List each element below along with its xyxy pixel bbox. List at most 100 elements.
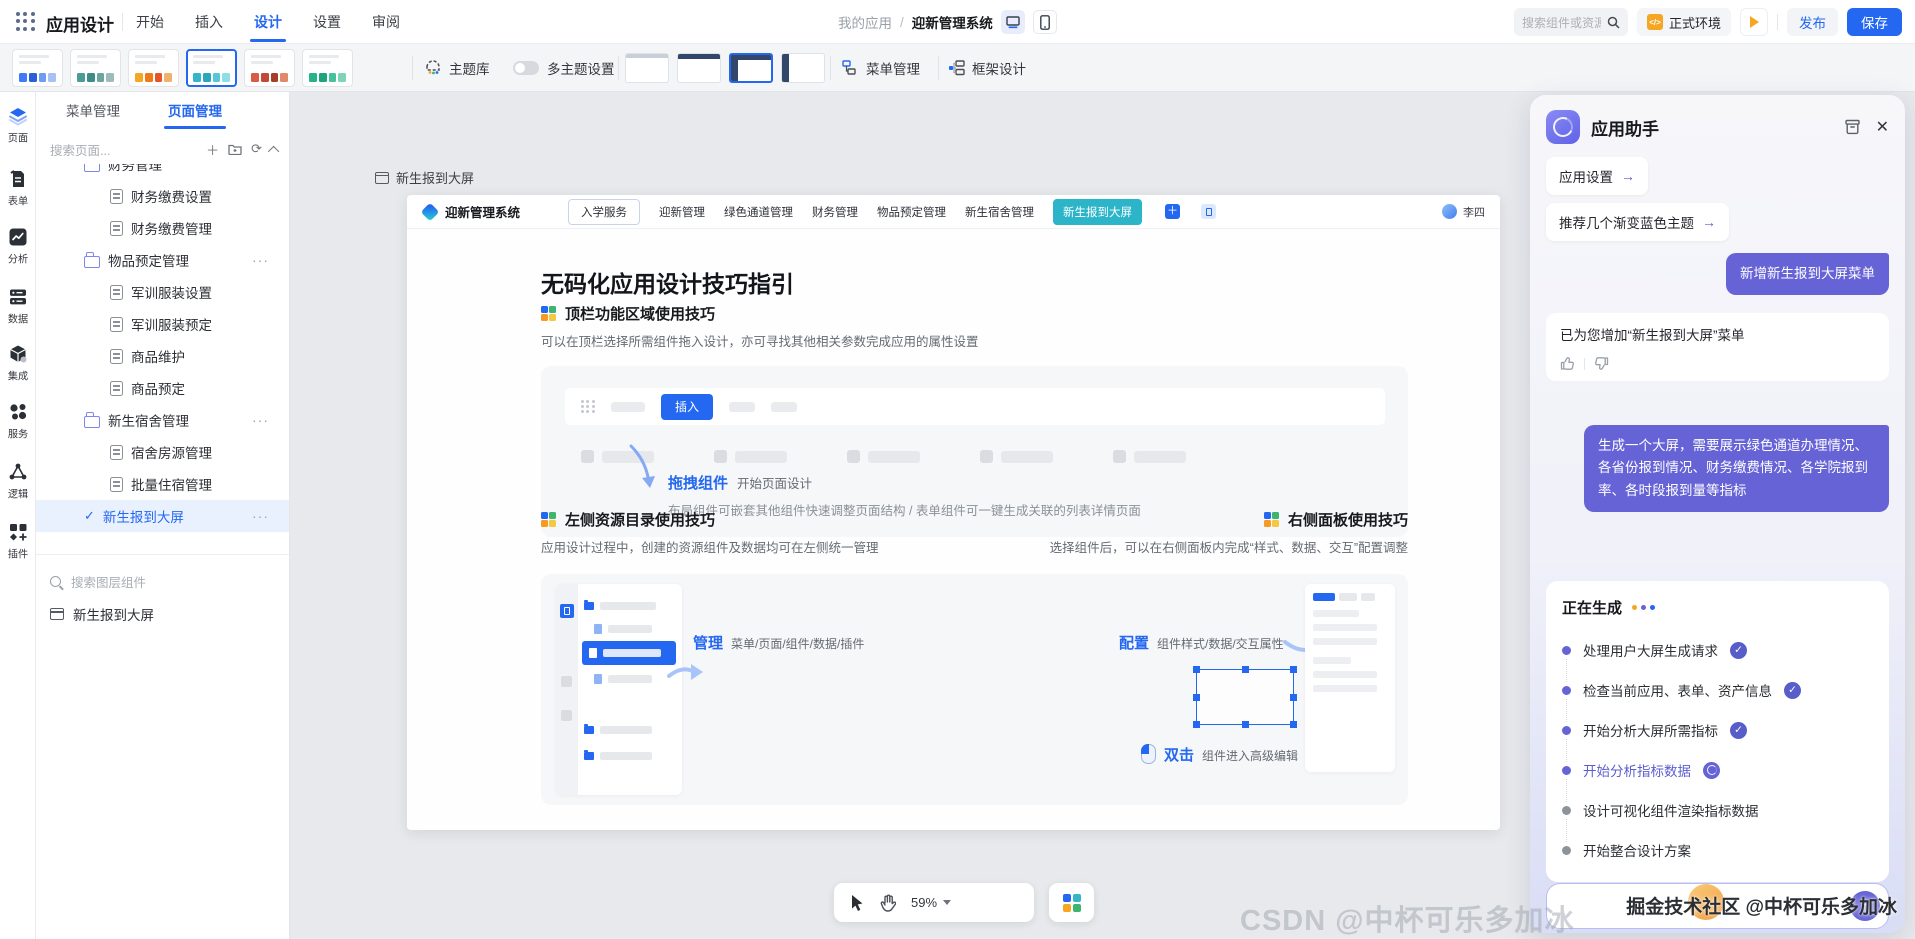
breadcrumb-parent[interactable]: 我的应用 [838,12,892,32]
frame-design-button[interactable]: 框架设计 [948,58,1026,78]
page-icon [110,189,123,204]
window-icon [375,172,389,184]
menu-start[interactable]: 开始 [134,0,166,44]
layout-topbar-dark[interactable] [677,53,721,83]
theme-swatch-cyan-selected[interactable] [186,49,237,87]
multi-theme-toggle[interactable] [513,61,539,75]
nav-item-dorm[interactable]: 新生宿舍管理 [965,204,1034,220]
component-library-button[interactable] [1049,883,1094,922]
rail-item-pages[interactable]: 页面 [0,106,36,146]
menu-settings[interactable]: 设置 [311,0,343,44]
theme-swatch-red[interactable] [244,49,295,87]
breadcrumb-current[interactable]: 迎新管理系统 [912,12,993,32]
preview-user[interactable]: 李四 [1442,204,1485,220]
publish-button[interactable]: 发布 [1787,8,1838,36]
layout-left-rail[interactable] [781,53,825,83]
rail-item-forms[interactable]: 表单 [0,169,36,209]
page-title: 无码化应用设计技巧指引 [541,265,794,299]
tree-item[interactable]: 商品预定 [36,372,289,404]
mobile-view-toggle[interactable] [1033,10,1057,34]
layer-search-input[interactable]: 搜索图层组件 [50,568,279,594]
add-folder-icon[interactable] [228,143,242,155]
layer-item[interactable]: 新生报到大屏 [50,600,279,628]
layout-presets [625,53,825,83]
tree-item[interactable]: 财务缴费设置 [36,180,289,212]
layout-topbar-light[interactable] [625,53,669,83]
app-grid-icon[interactable] [16,12,36,32]
tab-menu-manage[interactable]: 菜单管理 [64,91,122,129]
step-dot-icon [1562,846,1571,855]
rail-item-analysis[interactable]: 分析 [0,227,36,267]
artboard-label[interactable]: 新生报到大屏 [375,168,474,187]
rail-item-services[interactable]: 服务 [0,402,36,442]
step-dot-icon [1562,806,1571,815]
tree-item[interactable]: 商品维护 [36,340,289,372]
section1-desc: 可以在顶栏选择所需组件拖入设计，亦可寻找其他相关参数完成应用的属性设置 [541,331,979,350]
add-nav-icon[interactable]: ＋ [1165,204,1180,219]
main-menu: 开始 插入 设计 设置 审阅 [134,0,402,44]
generation-steps: 处理用户大屏生成请求 ✓ 检查当前应用、表单、资产信息 ✓ 开始分析大屏所需指标… [1562,630,1873,870]
page-search-input[interactable]: 搜索页面... ＋ ⟳ [50,136,279,162]
data-icon [8,287,28,307]
add-page-icon[interactable]: ＋ [206,140,219,159]
chip-app-settings[interactable]: 应用设置 → [1546,157,1648,195]
step-dot-icon [1562,686,1571,695]
zoom-dropdown[interactable]: 59% [911,895,951,910]
theme-swatch-orange[interactable] [128,49,179,87]
save-button[interactable]: 保存 [1847,8,1902,36]
tree-item-selected[interactable]: ✓ 新生报到大屏 ··· [36,500,289,532]
desktop-view-toggle[interactable] [1001,10,1025,34]
nav-item-bigscreen[interactable]: 新生报到大屏 [1053,199,1142,225]
theme-library-button[interactable]: 主题库 [424,58,490,78]
tree-item[interactable]: 军训服装设置 [36,276,289,308]
menu-manage-button[interactable]: 菜单管理 [842,58,920,78]
nav-item-enrollment[interactable]: 入学服务 [568,199,640,225]
menu-review[interactable]: 审阅 [370,0,402,44]
tab-page-manage[interactable]: 页面管理 [166,91,224,129]
nav-item-green-channel[interactable]: 绿色通道管理 [724,204,793,220]
tree-item[interactable]: 批量住宿管理 [36,468,289,500]
collapse-icon[interactable] [271,142,279,157]
nav-item-welcome[interactable]: 迎新管理 [659,204,705,220]
step-item: 开始整合设计方案 [1562,830,1873,870]
more-actions-icon[interactable]: ··· [252,412,269,428]
page-shortcut-icon[interactable] [1201,204,1216,219]
page-artboard[interactable]: 迎新管理系统 入学服务 迎新管理 绿色通道管理 财务管理 物品预定管理 新生宿舍… [407,195,1500,830]
nav-item-goods[interactable]: 物品预定管理 [877,204,946,220]
tree-item[interactable]: 军训服装预定 [36,308,289,340]
more-actions-icon[interactable]: ··· [252,508,269,524]
theme-swatch-green[interactable] [302,49,353,87]
user-action-bubble: 新增新生报到大屏菜单 [1726,253,1889,295]
form-icon [9,169,27,189]
close-icon[interactable]: ✕ [1876,117,1889,137]
rail-item-logic[interactable]: 逻辑 [0,462,36,502]
rail-item-data[interactable]: 数据 [0,287,36,327]
layout-top-left-selected[interactable] [729,53,773,83]
thumbs-up-icon[interactable] [1560,356,1575,371]
rail-item-plugins[interactable]: 插件 [0,522,36,562]
tree-item-folder[interactable]: 物品预定管理 ··· [36,244,289,276]
zoom-level: 59% [911,895,937,910]
environment-selector[interactable]: </> 正式环境 [1637,8,1731,36]
chip-recommend-themes[interactable]: 推荐几个渐变蓝色主题 → [1546,203,1729,241]
tree-item-folder[interactable]: 新生宿舍管理 ··· [36,404,289,436]
component-search-input[interactable]: 搜索组件或资源 [1514,8,1628,36]
menu-design[interactable]: 设计 [252,0,284,44]
history-icon[interactable] [1844,119,1861,135]
tree-item[interactable]: 财务缴费管理 [36,212,289,244]
thumbs-down-icon[interactable] [1594,356,1609,371]
cursor-tool-icon[interactable] [849,894,865,912]
more-actions-icon[interactable]: ··· [252,252,269,268]
menu-insert[interactable]: 插入 [193,0,225,44]
theme-swatch-teal-gray[interactable] [70,49,121,87]
preview-run-button[interactable] [1740,8,1768,36]
hand-tool-icon[interactable] [880,894,896,912]
rail-item-integration[interactable]: 集成 [0,344,36,384]
page-sidebar: 菜单管理 页面管理 搜索页面... ＋ ⟳ 财务管理 财务缴费设置 财务缴费管理… [36,92,290,939]
refresh-icon[interactable]: ⟳ [251,141,262,157]
tree-item-folder[interactable]: 财务管理 [36,164,289,180]
tree-item[interactable]: 宿舍房源管理 [36,436,289,468]
code-env-icon: </> [1647,14,1663,30]
check-badge-icon: ✓ [1730,642,1747,659]
theme-swatch-blue[interactable] [12,49,63,87]
